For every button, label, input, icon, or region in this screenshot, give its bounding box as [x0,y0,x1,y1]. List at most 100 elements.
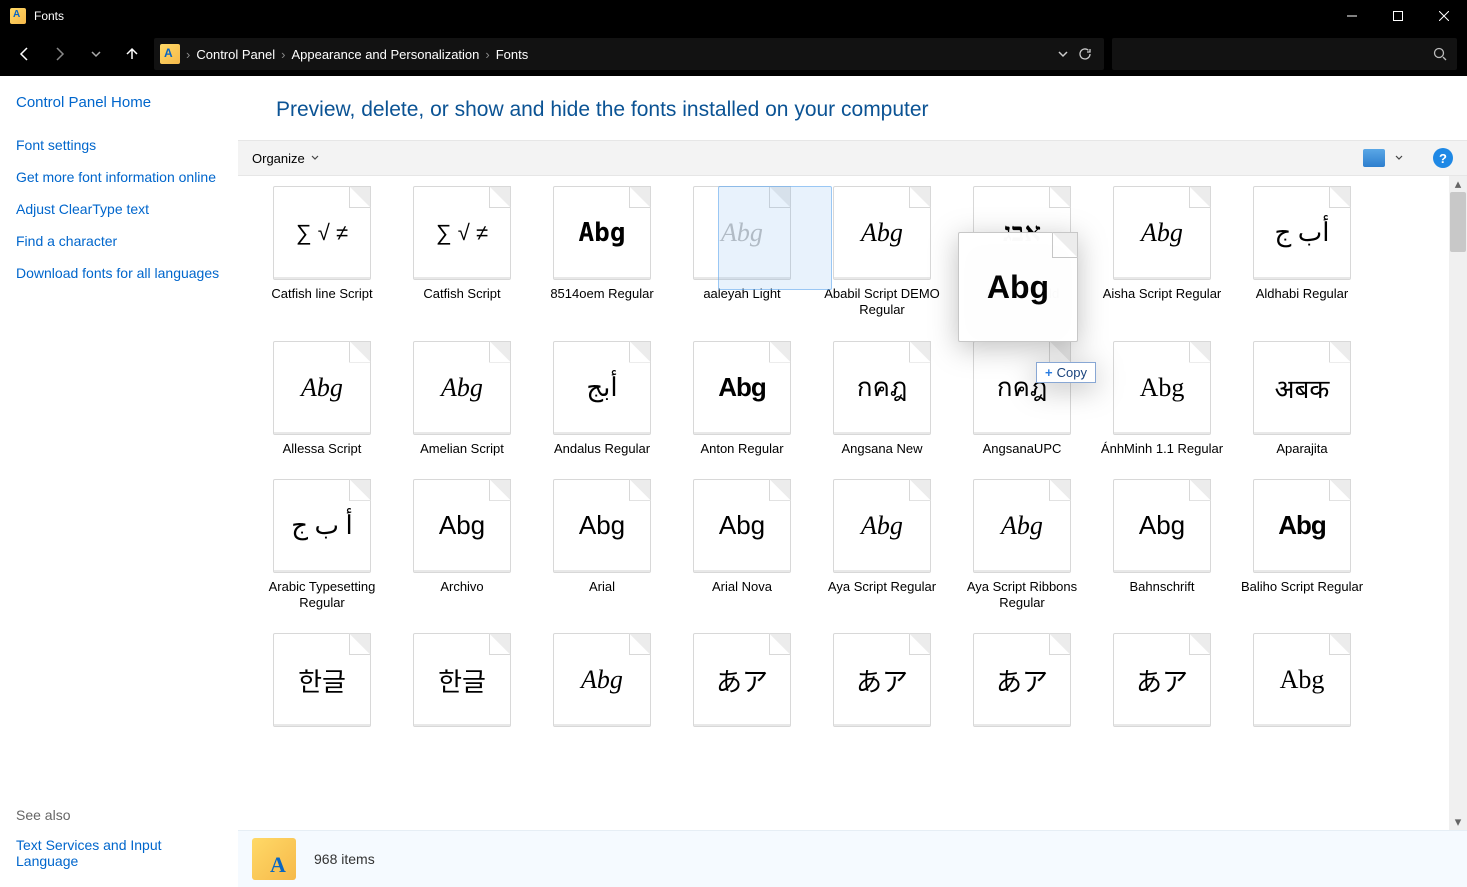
address-dropdown[interactable] [1058,49,1068,59]
font-item[interactable]: Abg Archivo [392,479,532,612]
status-item-count: 968 items [314,851,375,867]
history-dropdown[interactable] [82,40,110,68]
font-label: Archivo [440,579,483,595]
font-item[interactable]: กคฎAngsanaUPC [952,341,1092,457]
font-item[interactable]: AbgAbabil Script DEMO Regular [812,186,952,319]
maximize-button[interactable] [1375,0,1421,32]
refresh-button[interactable] [1078,47,1092,61]
forward-button[interactable] [46,40,74,68]
font-item[interactable]: あア [952,633,1092,733]
font-item[interactable]: अबकAparajita [1232,341,1372,457]
font-item[interactable]: אבגAharoni Bold [952,186,1092,319]
help-button[interactable]: ? [1433,148,1453,168]
status-bar: 968 items [238,830,1467,887]
scroll-thumb[interactable] [1450,192,1466,252]
font-item[interactable]: AbgAisha Script Regular [1092,186,1232,319]
font-thumbnail: กคฎ [833,341,931,435]
font-thumbnail: Abg [1253,633,1351,727]
vertical-scrollbar[interactable]: ▴ ▾ [1449,176,1467,830]
font-sample: अबक [1275,370,1330,406]
font-item[interactable]: ∑ √ ≠ Catfish Script [392,186,532,319]
close-button[interactable] [1421,0,1467,32]
font-thumbnail: Abg [693,341,791,435]
title-bar: Fonts [0,0,1467,32]
font-label: Aya Script Regular [828,579,936,595]
font-item[interactable]: Abg [1232,633,1372,733]
font-thumbnail: あア [1113,633,1211,727]
font-label: Arial Nova [712,579,772,595]
font-item[interactable]: あア [1092,633,1232,733]
font-item[interactable]: Abgaaleyah Light [672,186,812,319]
control-panel-home-link[interactable]: Control Panel Home [16,94,222,111]
font-item[interactable]: AbgÁnhMinh 1.1 Regular [1092,341,1232,457]
breadcrumb-segment[interactable]: Appearance and Personalization [291,47,479,62]
font-label: Baliho Script Regular [1241,579,1363,595]
font-item[interactable]: 한글 [252,633,392,733]
font-thumbnail: あア [833,633,931,727]
font-label: Catfish Script [423,286,500,302]
sidebar: Control Panel Home Font settings Get more… [0,76,238,887]
font-thumbnail: Abg [1113,186,1211,280]
minimize-button[interactable] [1329,0,1375,32]
font-item[interactable]: Abg [532,633,672,733]
font-item[interactable]: ∑ √ ≠ Catfish line Script [252,186,392,319]
breadcrumb-segment[interactable]: Control Panel [196,47,275,62]
font-label: Catfish line Script [271,286,372,302]
font-item[interactable]: Abg Arial Nova [672,479,812,612]
sidebar-link[interactable]: Download fonts for all languages [16,265,222,281]
location-icon [160,44,180,64]
sidebar-link[interactable]: Font settings [16,137,222,153]
font-thumbnail: Abg [553,479,651,573]
font-thumbnail: あア [973,633,1071,727]
font-label: Angsana New [842,441,923,457]
font-sample: أب ج [1275,218,1330,248]
font-sample: Abg [581,665,623,695]
font-label: 8514oem Regular [550,286,653,302]
organize-menu[interactable]: Organize [252,151,319,166]
scroll-up-arrow[interactable]: ▴ [1449,176,1467,192]
font-sample: Abg [301,373,343,403]
address-bar[interactable]: › Control Panel › Appearance and Persona… [154,38,1104,70]
font-item[interactable]: あア [812,633,952,733]
font-item[interactable]: AbgArial [532,479,672,612]
font-label: Amelian Script [420,441,504,457]
font-item[interactable]: AbgBaliho Script Regular [1232,479,1372,612]
font-thumbnail: אבג [973,186,1071,280]
font-label: Aya Script Ribbons Regular [958,579,1086,612]
font-label: ÁnhMinh 1.1 Regular [1101,441,1223,457]
font-item[interactable]: أبجAndalus Regular [532,341,672,457]
font-item[interactable]: AbgBahnschrift [1092,479,1232,612]
font-sample: Abg [439,510,485,541]
font-item[interactable]: 한글 [392,633,532,733]
font-thumbnail: Abg [273,341,371,435]
view-options-button[interactable] [1363,149,1385,167]
font-item[interactable]: กคฎ Angsana New [812,341,952,457]
font-item[interactable]: AbgAnton Regular [672,341,812,457]
sidebar-link[interactable]: Adjust ClearType text [16,201,222,217]
font-item[interactable]: أب جAldhabi Regular [1232,186,1372,319]
font-thumbnail: Abg [693,479,791,573]
search-input[interactable] [1112,38,1457,70]
font-item[interactable]: AbgAya Script Ribbons Regular [952,479,1092,612]
font-sample: กคฎ [997,367,1048,408]
font-sample: Abg [1141,218,1183,248]
chevron-down-icon [311,154,319,162]
font-item[interactable]: Abg Allessa Script [252,341,392,457]
sidebar-link[interactable]: Get more font information online [16,169,222,185]
scroll-down-arrow[interactable]: ▾ [1449,814,1467,830]
font-item[interactable]: あア [672,633,812,733]
up-button[interactable] [118,40,146,68]
chevron-down-icon[interactable] [1395,154,1403,162]
breadcrumb-segment[interactable]: Fonts [496,47,529,62]
chevron-right-icon: › [485,47,489,62]
back-button[interactable] [10,40,38,68]
font-item[interactable]: أ ب جArabic Typesetting Regular [252,479,392,612]
font-label: Allessa Script [283,441,362,457]
font-item[interactable]: AbgAmelian Script [392,341,532,457]
font-thumbnail: 한글 [273,633,371,727]
sidebar-link[interactable]: Find a character [16,233,222,249]
font-item[interactable]: Abg8514oem Regular [532,186,672,319]
see-also-link[interactable]: Text Services and Input Language [16,837,222,869]
window-title: Fonts [34,9,64,23]
font-item[interactable]: AbgAya Script Regular [812,479,952,612]
